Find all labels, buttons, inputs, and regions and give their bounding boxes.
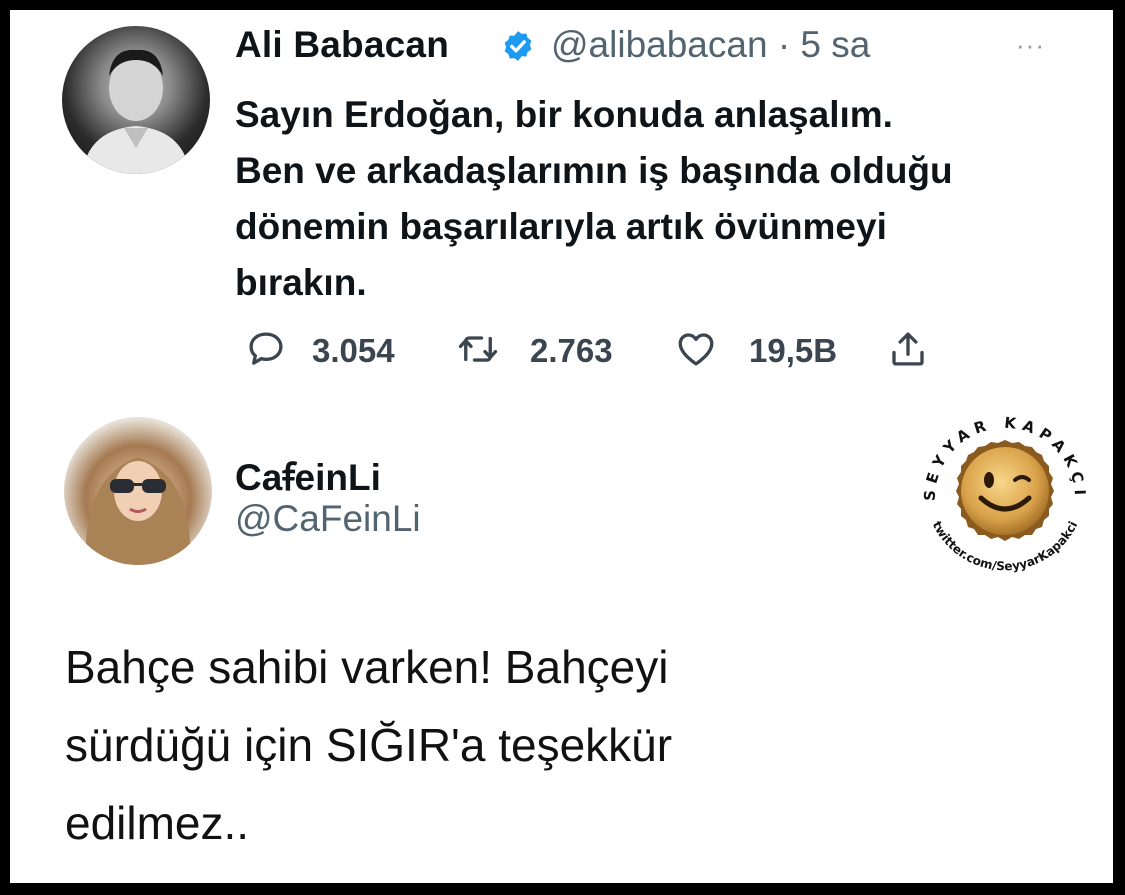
- tweet-text: Sayın Erdoğan, bir konuda anlaşalım. Ben…: [235, 87, 1095, 311]
- tweet-text-line: sürdüğü için SIĞIR'a teşekkür: [65, 719, 673, 771]
- avatar[interactable]: [62, 26, 210, 174]
- retweet-icon[interactable]: [457, 328, 499, 370]
- author-name[interactable]: Ali Babacan: [235, 24, 449, 66]
- tweet-text: Bahçe sahibi varken! Bahçeyi sürdüğü içi…: [65, 628, 965, 862]
- verified-badge-icon: [504, 31, 532, 61]
- retweet-count: 2.763: [530, 332, 613, 369]
- avatar[interactable]: [64, 417, 212, 565]
- reply-count: 3.054: [312, 332, 395, 369]
- screenshot-frame: Ali Babacan @alibabacan · 5 sa ··· Sayın…: [10, 10, 1113, 883]
- tweet-text-line: Bahçe sahibi varken! Bahçeyi: [65, 641, 669, 693]
- share-icon[interactable]: [887, 328, 929, 370]
- like-count: 19,5B: [749, 332, 838, 369]
- handle-and-time[interactable]: @alibabacan · 5 sa: [551, 24, 870, 66]
- more-icon[interactable]: ···: [1016, 30, 1045, 61]
- tweet-text-line: Sayın Erdoğan, bir konuda anlaşalım.: [235, 94, 893, 135]
- reply-icon[interactable]: [245, 328, 287, 370]
- watermark-logo: SEYYAR KAPAKÇI twitter.com/SeyyarKapakci: [921, 414, 1084, 574]
- tweet-text-line: edilmez..: [65, 797, 250, 849]
- tweet-text-line: bırakın.: [235, 262, 367, 303]
- like-icon[interactable]: [675, 328, 717, 370]
- author-handle[interactable]: @CaFeinLi: [235, 498, 421, 540]
- author-name[interactable]: CaꞙeinLi: [235, 450, 381, 501]
- tweet-text-line: dönemin başarılarıyla artık övünmeyi: [235, 206, 887, 247]
- tweet-text-line: Ben ve arkadaşlarımın iş başında olduğu: [235, 150, 953, 191]
